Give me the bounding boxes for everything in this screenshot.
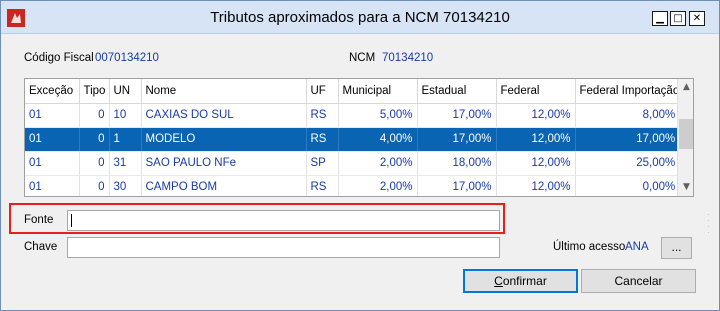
column-header[interactable]: UN bbox=[109, 79, 142, 104]
table-cell: 4,00% bbox=[338, 127, 418, 152]
table-cell: 0 bbox=[79, 103, 110, 128]
table-vertical-scrollbar[interactable]: ▲ ▼ bbox=[677, 79, 693, 196]
dialog-window: Tributos aproximados para a NCM 70134210… bbox=[0, 0, 720, 311]
ncm-value: 70134210 bbox=[382, 52, 434, 64]
ultimo-acesso-label: Último acesso bbox=[553, 241, 626, 253]
table-cell: 1 bbox=[109, 127, 142, 152]
table-row[interactable]: 01 0 31 SAO PAULO NFe SP 2,00% 18,00% 12,00% 25,… bbox=[25, 151, 681, 176]
title-bar[interactable]: Tributos aproximados para a NCM 70134210… bbox=[1, 1, 719, 34]
scroll-up-arrow-icon[interactable]: ▲ bbox=[678, 79, 693, 96]
table-cell: 0 bbox=[79, 175, 110, 196]
text-caret bbox=[71, 214, 72, 227]
table-cell: RS bbox=[306, 103, 339, 128]
chave-input[interactable] bbox=[67, 237, 500, 258]
table-cell: 01 bbox=[25, 151, 80, 176]
ncm-label: NCM bbox=[349, 52, 376, 64]
taxes-table[interactable]: Exceção Tipo UN Nome UF Municipal Estadual Fede… bbox=[24, 78, 694, 197]
table-cell: 0 bbox=[79, 151, 110, 176]
table-cell: CAXIAS DO SUL bbox=[141, 103, 307, 128]
table-cell: 12,00% bbox=[496, 127, 576, 152]
column-header[interactable]: Estadual bbox=[417, 79, 497, 104]
table-cell: 2,00% bbox=[338, 175, 418, 196]
browse-button[interactable]: ... bbox=[661, 237, 692, 259]
column-header[interactable]: UF bbox=[306, 79, 339, 104]
column-header[interactable]: Federal bbox=[496, 79, 576, 104]
fonte-label: Fonte bbox=[24, 214, 54, 226]
table-cell: 30 bbox=[109, 175, 142, 196]
cancelar-button[interactable]: Cancelar bbox=[581, 269, 696, 293]
table-cell: 31 bbox=[109, 151, 142, 176]
chave-label: Chave bbox=[24, 241, 58, 253]
table-row[interactable]: 01 0 30 CAMPO BOM RS 2,00% 17,00% 12,00% 0,00% bbox=[25, 175, 681, 196]
confirmar-label: onfirmar bbox=[502, 274, 547, 288]
table-cell: 25,00% bbox=[575, 151, 681, 176]
confirmar-accelerator: C bbox=[494, 274, 503, 288]
column-header[interactable]: Municipal bbox=[338, 79, 418, 104]
table-cell: 17,00% bbox=[417, 175, 497, 196]
table-cell: RS bbox=[306, 175, 339, 196]
table-cell: 12,00% bbox=[496, 103, 576, 128]
table-cell: RS bbox=[306, 127, 339, 152]
table-cell: 10 bbox=[109, 103, 142, 128]
table-cell: 17,00% bbox=[575, 127, 681, 152]
table-cell: 01 bbox=[25, 103, 80, 128]
scroll-thumb[interactable] bbox=[679, 119, 693, 149]
column-header[interactable]: Tipo bbox=[79, 79, 110, 104]
table-cell: 18,00% bbox=[417, 151, 497, 176]
table-cell: 0,00% bbox=[575, 175, 681, 196]
table-cell: SP bbox=[306, 151, 339, 176]
table-cell: 17,00% bbox=[417, 103, 497, 128]
table-cell: SAO PAULO NFe bbox=[141, 151, 307, 176]
resize-grip-icon[interactable]: · · · · bbox=[707, 211, 713, 242]
window-title: Tributos aproximados para a NCM 70134210 bbox=[210, 9, 510, 26]
fonte-input[interactable] bbox=[67, 210, 500, 231]
scroll-down-arrow-icon[interactable]: ▼ bbox=[678, 179, 693, 196]
table-cell: 2,00% bbox=[338, 151, 418, 176]
minimize-button[interactable]: ▁ bbox=[652, 11, 668, 26]
maximize-button[interactable]: □ bbox=[670, 11, 686, 26]
table-cell: 12,00% bbox=[496, 151, 576, 176]
ultimo-acesso-value: ANA bbox=[625, 241, 649, 253]
codigo-fiscal-label: Código Fiscal bbox=[24, 52, 94, 64]
table-cell: 17,00% bbox=[417, 127, 497, 152]
table-row[interactable]: 01 0 10 CAXIAS DO SUL RS 5,00% 17,00% 12,00% 8,0… bbox=[25, 103, 681, 128]
codigo-fiscal-value: 0070134210 bbox=[95, 52, 159, 64]
column-header[interactable]: Exceção bbox=[25, 79, 80, 104]
table-cell: 0 bbox=[79, 127, 110, 152]
table-row[interactable]: 01 0 1 MODELO RS 4,00% 17,00% 12,00% 17,00% bbox=[25, 127, 681, 152]
table-cell: 8,00% bbox=[575, 103, 681, 128]
close-button[interactable]: ✕ bbox=[689, 11, 705, 26]
table-cell: 01 bbox=[25, 175, 80, 196]
column-header[interactable]: Federal Importação bbox=[575, 79, 681, 104]
table-cell: 01 bbox=[25, 127, 80, 152]
table-cell: 5,00% bbox=[338, 103, 418, 128]
table-cell: 12,00% bbox=[496, 175, 576, 196]
confirmar-button[interactable]: Confirmar bbox=[463, 269, 578, 293]
table-cell: MODELO bbox=[141, 127, 307, 152]
table-cell: CAMPO BOM bbox=[141, 175, 307, 196]
column-header[interactable]: Nome bbox=[141, 79, 307, 104]
